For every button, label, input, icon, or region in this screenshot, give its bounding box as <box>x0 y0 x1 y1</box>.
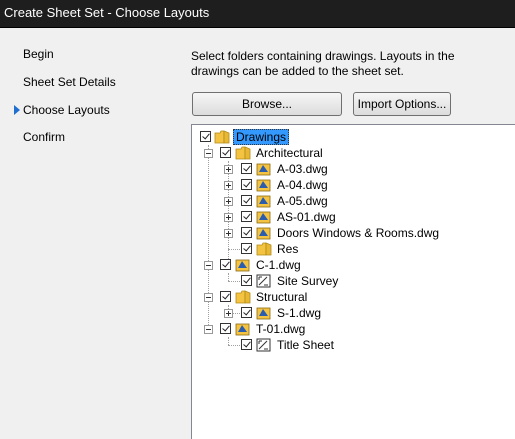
expand-icon[interactable] <box>224 213 233 222</box>
tree-label: Site Survey <box>277 274 339 288</box>
layout-icon <box>256 338 271 352</box>
collapse-icon[interactable] <box>204 149 213 158</box>
checkbox[interactable] <box>241 339 252 350</box>
tree-node-res[interactable]: Res <box>192 241 492 257</box>
folder-icon <box>256 242 272 256</box>
instructions-text: Select folders containing drawings. Layo… <box>191 49 455 78</box>
tree-node-drawings[interactable]: Drawings <box>192 129 492 145</box>
tree-label: AS-01.dwg <box>277 210 336 224</box>
checkbox[interactable] <box>200 131 211 142</box>
tree-label: Architectural <box>256 146 323 160</box>
tree-node-t01[interactable]: T-01.dwg <box>192 321 492 337</box>
tree-node-structural[interactable]: Structural <box>192 289 492 305</box>
checkbox[interactable] <box>220 259 231 270</box>
step-sheet-set-details[interactable]: Sheet Set Details <box>23 75 116 89</box>
tree-label: Drawings <box>233 129 290 145</box>
tree-label: Title Sheet <box>277 338 334 352</box>
drawing-file-icon <box>256 307 271 320</box>
tree-node-c1[interactable]: C-1.dwg <box>192 257 492 273</box>
tree-label: A-04.dwg <box>277 178 328 192</box>
tree-node-a05[interactable]: A-05.dwg <box>192 193 492 209</box>
checkbox[interactable] <box>220 291 231 302</box>
tree-label: S-1.dwg <box>277 306 322 320</box>
expand-icon[interactable] <box>224 165 233 174</box>
collapse-icon[interactable] <box>204 293 213 302</box>
wizard-steps: Begin Sheet Set Details Choose Layouts C… <box>0 28 180 439</box>
checkbox[interactable] <box>241 275 252 286</box>
tree-node-as01[interactable]: AS-01.dwg <box>192 209 492 225</box>
tree-label: Doors Windows & Rooms.dwg <box>277 226 440 240</box>
drawing-file-icon <box>256 195 271 208</box>
drawing-file-icon <box>256 227 271 240</box>
checkbox[interactable] <box>241 211 252 222</box>
collapse-icon[interactable] <box>204 261 213 270</box>
browse-button[interactable]: Browse... <box>192 92 342 116</box>
drawing-file-icon <box>256 179 271 192</box>
checkbox[interactable] <box>241 227 252 238</box>
tree-label: C-1.dwg <box>256 258 301 272</box>
tree-node-s1[interactable]: S-1.dwg <box>192 305 492 321</box>
tree-label: A-03.dwg <box>277 162 328 176</box>
window-title: Create Sheet Set - Choose Layouts <box>4 5 210 20</box>
layout-icon <box>256 274 271 288</box>
checkbox[interactable] <box>241 163 252 174</box>
expand-icon[interactable] <box>224 197 233 206</box>
checkbox[interactable] <box>241 195 252 206</box>
drawing-file-icon <box>235 259 250 272</box>
tree-node-site-survey[interactable]: Site Survey <box>192 273 492 289</box>
folder-icon <box>235 146 251 160</box>
tree-node-title-sheet[interactable]: Title Sheet <box>192 337 492 353</box>
checkbox[interactable] <box>241 307 252 318</box>
collapse-icon[interactable] <box>204 325 213 334</box>
step-confirm[interactable]: Confirm <box>23 130 65 144</box>
expand-icon[interactable] <box>224 229 233 238</box>
current-step-arrow-icon <box>14 105 20 115</box>
tree-node-architectural[interactable]: Architectural <box>192 145 492 161</box>
tree-label: A-05.dwg <box>277 194 328 208</box>
drawing-file-icon <box>256 163 271 176</box>
checkbox[interactable] <box>220 147 231 158</box>
tree-node-a04[interactable]: A-04.dwg <box>192 177 492 193</box>
checkbox[interactable] <box>241 243 252 254</box>
checkbox[interactable] <box>241 179 252 190</box>
folder-icon <box>214 130 230 144</box>
title-bar: Create Sheet Set - Choose Layouts <box>0 0 515 28</box>
drawings-tree[interactable]: Drawings Architectural A-03.dwg A-04.dwg <box>191 124 515 439</box>
drawing-file-icon <box>256 211 271 224</box>
tree-label: Res <box>277 242 299 256</box>
expand-icon[interactable] <box>224 309 233 318</box>
step-begin[interactable]: Begin <box>23 47 54 61</box>
tree-label: Structural <box>256 290 308 304</box>
import-options-button[interactable]: Import Options... <box>353 92 451 116</box>
tree-label: T-01.dwg <box>256 322 306 336</box>
step-choose-layouts[interactable]: Choose Layouts <box>23 103 110 117</box>
drawing-file-icon <box>235 323 250 336</box>
tree-node-doors-windows-rooms[interactable]: Doors Windows & Rooms.dwg <box>192 225 492 241</box>
expand-icon[interactable] <box>224 181 233 190</box>
folder-icon <box>235 290 251 304</box>
tree-node-a03[interactable]: A-03.dwg <box>192 161 492 177</box>
checkbox[interactable] <box>220 323 231 334</box>
